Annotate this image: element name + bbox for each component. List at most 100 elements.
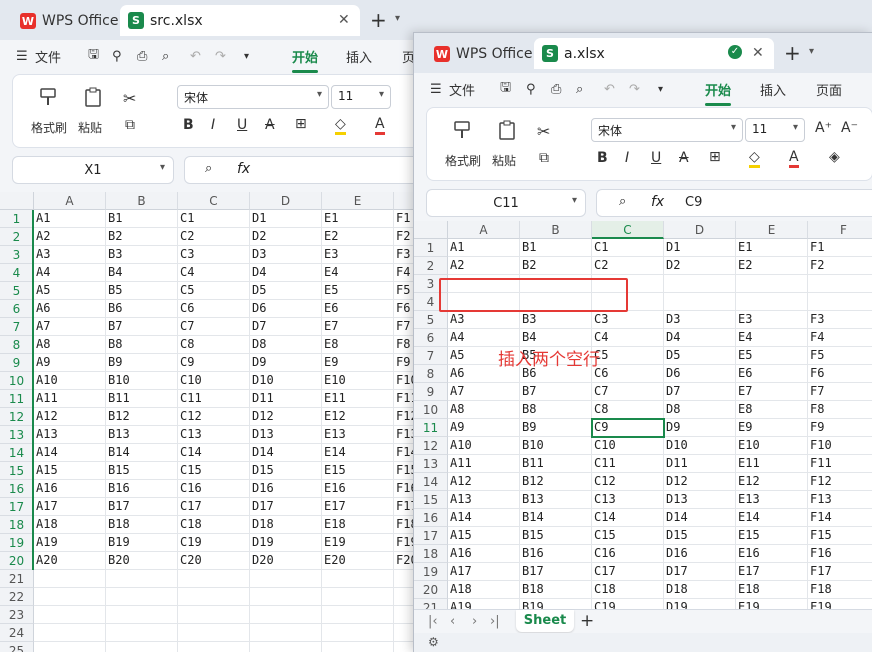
grid-cell[interactable]: C17 (592, 563, 664, 581)
grid-cell[interactable]: C10 (592, 437, 664, 455)
redo-icon[interactable]: ↷ (629, 82, 640, 97)
grid-cell[interactable]: D6 (250, 300, 322, 318)
format-painter-icon[interactable] (451, 120, 473, 140)
row-header[interactable]: 19 (0, 534, 34, 552)
grid-cell[interactable]: D6 (664, 365, 736, 383)
fx-icon[interactable]: fx (237, 161, 250, 177)
row-header[interactable]: 5 (414, 311, 448, 329)
grid-cell[interactable]: D16 (250, 480, 322, 498)
grid-cell[interactable] (250, 624, 322, 642)
grid-cell[interactable]: C1 (178, 210, 250, 228)
grid-cell[interactable]: C5 (592, 347, 664, 365)
grid-cell[interactable]: A8 (448, 401, 520, 419)
row-header[interactable]: 11 (414, 419, 448, 437)
grid-cell[interactable]: C4 (178, 264, 250, 282)
grid-cell[interactable]: D1 (664, 239, 736, 257)
grid-cell[interactable]: F10 (808, 437, 872, 455)
row-header[interactable]: 20 (414, 581, 448, 599)
grid-cell[interactable]: B11 (106, 390, 178, 408)
grid-cell[interactable]: E12 (736, 473, 808, 491)
grid-cell[interactable]: F17 (808, 563, 872, 581)
bold-icon[interactable]: B (597, 150, 608, 166)
row-header[interactable]: 7 (0, 318, 34, 336)
column-header[interactable]: D (664, 221, 736, 239)
grid-cell[interactable] (736, 275, 808, 293)
grid-cell[interactable]: F12 (808, 473, 872, 491)
tab-list-chevron-icon[interactable]: ▾ (395, 13, 400, 24)
grid-cell[interactable]: A10 (34, 372, 106, 390)
grid-cell[interactable]: D17 (664, 563, 736, 581)
row-header[interactable]: 18 (414, 545, 448, 563)
grid-cell[interactable]: A1 (448, 239, 520, 257)
grid-cell[interactable] (250, 570, 322, 588)
grid-cell[interactable]: B18 (106, 516, 178, 534)
row-header[interactable]: 24 (0, 624, 34, 642)
grid-cell[interactable]: E5 (322, 282, 394, 300)
grid-cell[interactable]: E14 (322, 444, 394, 462)
row-header[interactable]: 15 (0, 462, 34, 480)
column-header[interactable]: F (808, 221, 872, 239)
grid-cell[interactable]: D8 (250, 336, 322, 354)
grid-cell[interactable]: A14 (34, 444, 106, 462)
grid-cell[interactable] (34, 570, 106, 588)
grid-cell[interactable]: E18 (736, 581, 808, 599)
grid-cell[interactable]: B2 (106, 228, 178, 246)
grid-cell[interactable]: C1 (592, 239, 664, 257)
grid-cell[interactable]: A7 (448, 383, 520, 401)
row-header[interactable]: 13 (0, 426, 34, 444)
grid-cell[interactable]: D20 (250, 552, 322, 570)
grid-cell[interactable]: A15 (448, 527, 520, 545)
grid-cell[interactable]: E4 (736, 329, 808, 347)
grid-cell[interactable] (664, 275, 736, 293)
grid-cell[interactable]: B13 (106, 426, 178, 444)
row-header[interactable]: 17 (414, 527, 448, 545)
grid-cell[interactable] (34, 588, 106, 606)
grid-cell[interactable]: D11 (250, 390, 322, 408)
grid-cell[interactable]: E6 (322, 300, 394, 318)
grid-cell[interactable]: D4 (664, 329, 736, 347)
grid-cell[interactable]: D4 (250, 264, 322, 282)
first-sheet-icon[interactable]: |‹ (428, 614, 438, 629)
menu-file[interactable]: 文件 (35, 47, 61, 66)
close-tab-icon[interactable]: ✕ (338, 12, 350, 28)
grid-cell[interactable]: D12 (664, 473, 736, 491)
grid-cell[interactable]: C17 (178, 498, 250, 516)
paste-icon[interactable] (497, 120, 519, 140)
column-header[interactable]: B (520, 221, 592, 239)
cut-icon[interactable]: ✂ (537, 122, 550, 141)
grid-cell[interactable]: D19 (250, 534, 322, 552)
format-painter-icon[interactable] (37, 87, 59, 107)
increase-font-icon[interactable]: A⁺ (815, 120, 832, 136)
add-sheet-icon[interactable]: + (580, 611, 594, 631)
grid-cell[interactable]: A19 (34, 534, 106, 552)
grid-cell[interactable]: E19 (736, 599, 808, 609)
grid-cell[interactable]: B12 (106, 408, 178, 426)
row-header[interactable]: 17 (0, 498, 34, 516)
doc-tab-a[interactable]: S a.xlsx ✓ (534, 38, 774, 69)
grid-cell[interactable]: D15 (250, 462, 322, 480)
grid-cell[interactable]: A7 (34, 318, 106, 336)
sheet-tab[interactable]: Sheet (516, 610, 574, 632)
italic-icon[interactable]: I (211, 117, 215, 133)
grid-cell[interactable]: C13 (178, 426, 250, 444)
grid-cell[interactable]: E1 (736, 239, 808, 257)
underline-icon[interactable]: U (651, 150, 661, 166)
grid-cell[interactable]: B7 (520, 383, 592, 401)
row-header[interactable]: 8 (414, 365, 448, 383)
grid-cell[interactable]: E7 (736, 383, 808, 401)
grid-cell[interactable]: A2 (34, 228, 106, 246)
row-header[interactable]: 8 (0, 336, 34, 354)
grid-cell[interactable]: F7 (808, 383, 872, 401)
grid-cell[interactable]: D9 (664, 419, 736, 437)
grid-cell[interactable] (178, 570, 250, 588)
grid-cell[interactable]: E19 (322, 534, 394, 552)
column-header[interactable]: D (250, 192, 322, 210)
grid-cell[interactable]: B3 (520, 311, 592, 329)
grid-cell[interactable]: B1 (106, 210, 178, 228)
grid-cell[interactable]: B8 (520, 401, 592, 419)
grid-cell[interactable]: E9 (736, 419, 808, 437)
row-header[interactable]: 1 (414, 239, 448, 257)
grid-cell[interactable] (178, 588, 250, 606)
column-header[interactable]: E (322, 192, 394, 210)
grid-cell[interactable]: C15 (592, 527, 664, 545)
